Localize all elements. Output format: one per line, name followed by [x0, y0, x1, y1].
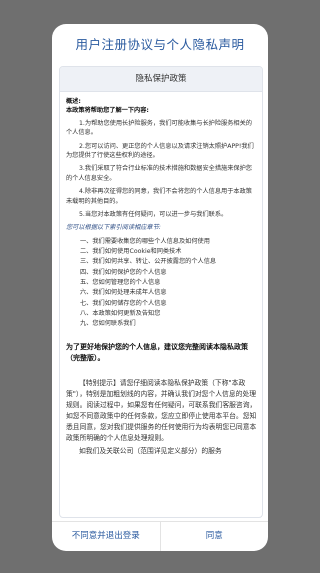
toc-list: 一、我们需要收集您的哪些个人信息及如何使用 二、我们如何使用Cookie和同类技… — [66, 237, 257, 330]
dialog-footer: 不同意并退出登录 同意 — [52, 521, 268, 551]
toc-item[interactable]: 四、我们如何保护您的个人信息 — [66, 268, 257, 278]
policy-item: 1.为帮助您使用长护险服务，我们可能收集与长护险服务相关的个人信息。 — [66, 119, 252, 137]
special-notice: 【特别提示】请您仔细阅读本隐私保护政策（下称"本政策"），特别是加粗划线的内容，… — [66, 378, 257, 442]
toc-item[interactable]: 五、您如何管理您的个人信息 — [66, 278, 257, 288]
overview-label: 概述: — [66, 98, 81, 105]
policy-item: 2.您可以访问、更正您的个人信息以及请求注销太照护APP!我们为您提供了行使这些… — [66, 142, 254, 160]
policy-header: 隐私保护政策 — [60, 67, 262, 92]
toc-intro: 您可以根据以下索引阅读相应章节: — [66, 224, 161, 232]
toc-item[interactable]: 八、本政策如何更新及告知您 — [66, 309, 257, 319]
toc-item[interactable]: 一、我们需要收集您的哪些个人信息及如何使用 — [66, 237, 257, 247]
toc-item[interactable]: 二、我们如何使用Cookie和同类技术 — [66, 247, 257, 257]
decline-exit-button[interactable]: 不同意并退出登录 — [52, 522, 161, 551]
toc-item[interactable]: 三、我们如何共享、转让、公开披露您的个人信息 — [66, 257, 257, 267]
toc-item[interactable]: 六、我们如何处理未成年人信息 — [66, 288, 257, 298]
policy-item: 3.我们采取了符合行业标准的技术措施和数据安全措施来保护您的个人信息安全。 — [66, 165, 252, 182]
toc-item[interactable]: 九、您如何联系我们 — [66, 319, 257, 329]
policy-scroll-area[interactable]: 隐私保护政策 概述: 本政策将帮助您了解一下内容: 1.为帮助您使用长护险服务，… — [59, 66, 263, 518]
toc-item[interactable]: 七、我们如何储存您的个人信息 — [66, 299, 257, 309]
full-version-notice: 为了更好地保护您的个人信息，建议您完整阅读本隐私政策（完整版）。 — [66, 342, 248, 362]
policy-item: 4.除非再次征得您的同意，我们不会将您的个人信息用于本政策未载明的其他目的。 — [66, 188, 252, 205]
policy-item: 5.当您对本政策有任何疑问，可以进一步与我们联系。 — [79, 211, 228, 219]
dialog-title: 用户注册协议与个人隐私声明 — [75, 37, 245, 52]
agree-button[interactable]: 同意 — [161, 522, 269, 551]
intro-text: 本政策将帮助您了解一下内容: — [66, 107, 149, 115]
trailing-text: 如我们及关联公司（范围详见定义部分）的服务 — [79, 446, 222, 455]
privacy-dialog: 用户注册协议与个人隐私声明 隐私保护政策 概述: 本政策将帮助您了解一下内容: … — [52, 24, 268, 551]
policy-content: 概述: 本政策将帮助您了解一下内容: 1.为帮助您使用长护险服务，我们可能收集与… — [60, 92, 262, 457]
